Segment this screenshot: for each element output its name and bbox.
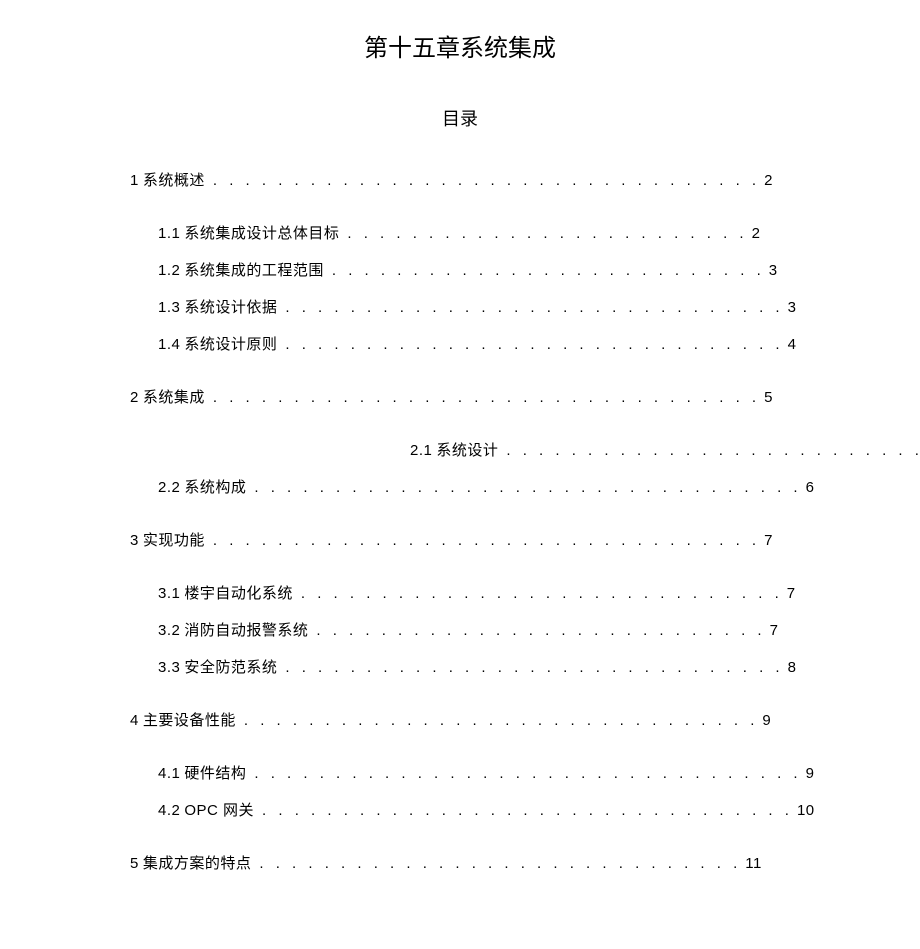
toc-entry-number: 4 bbox=[130, 712, 139, 729]
toc-entry-page: 11 bbox=[745, 855, 762, 872]
toc-entry-number: 4.1 bbox=[158, 765, 180, 782]
toc-entry-label: 主要设备性能 bbox=[143, 712, 236, 729]
toc-entry-number: 1.3 bbox=[158, 299, 180, 316]
toc-entry-label: 集成方案的特点 bbox=[143, 855, 252, 872]
toc-entry-dots: . . . . . . . . . . . . . . . . . . . . … bbox=[213, 389, 760, 406]
toc-entry-page: 9 bbox=[806, 765, 815, 782]
toc-entry: 2.2系统构成 . . . . . . . . . . . . . . . . .… bbox=[158, 480, 860, 495]
toc-entry-page: 8 bbox=[788, 659, 797, 676]
chapter-title: 第十五章系统集成 bbox=[0, 28, 920, 63]
toc-entry: 1.3系统设计依据 . . . . . . . . . . . . . . . .… bbox=[158, 300, 860, 315]
toc-entry-number: 3 bbox=[130, 532, 139, 549]
toc-entry-page: 7 bbox=[770, 622, 779, 639]
toc-entry: 4.1硬件结构 . . . . . . . . . . . . . . . . .… bbox=[158, 766, 860, 781]
toc-entry-page: 5 bbox=[764, 389, 773, 406]
toc-entry: 3.1楼宇自动化系统 . . . . . . . . . . . . . . . … bbox=[158, 586, 860, 601]
toc-entry: 3.2消防自动报警系统 . . . . . . . . . . . . . . .… bbox=[158, 623, 860, 638]
toc-entry-page: 4 bbox=[788, 336, 797, 353]
toc-entry: 1.1系统集成设计总体目标 . . . . . . . . . . . . . .… bbox=[158, 226, 860, 241]
toc-entry-dots: . . . . . . . . . . . . . . . . . . . . … bbox=[301, 585, 783, 602]
toc-entry-number: 1.2 bbox=[158, 262, 180, 279]
toc-entry-dots: . . . . . . . . . . . . . . . . . . . . … bbox=[285, 336, 783, 353]
toc-entry-page: 6 bbox=[806, 479, 815, 496]
toc-entry-number: 2.1 bbox=[410, 442, 432, 459]
toc-entry-dots: . . . . . . . . . . . . . . . . . . . . … bbox=[244, 712, 759, 729]
toc-entry-dots: . . . . . . . . . . . . . . . . . . . . … bbox=[213, 172, 760, 189]
toc-entry-number: 1.1 bbox=[158, 225, 180, 242]
toc-entry-label: 系统设计 bbox=[436, 442, 498, 459]
toc-entry: 4主要设备性能 . . . . . . . . . . . . . . . . .… bbox=[130, 713, 860, 728]
toc-entry-label: 系统集成的工程范围 bbox=[184, 262, 324, 279]
toc-entry: 3实现功能 . . . . . . . . . . . . . . . . . .… bbox=[130, 533, 860, 548]
toc-entry-number: 3.1 bbox=[158, 585, 180, 602]
toc-entry-number: 1 bbox=[130, 172, 139, 189]
toc-entry: 3.3安全防范系统 . . . . . . . . . . . . . . . .… bbox=[158, 660, 860, 675]
toc-entry: 5集成方案的特点 . . . . . . . . . . . . . . . . … bbox=[130, 856, 860, 871]
toc-entry-number: 3.2 bbox=[158, 622, 180, 639]
toc-entry-label: 系统构成 bbox=[184, 479, 246, 496]
toc-entry-page: 10 bbox=[797, 802, 815, 819]
toc-entry-label: 系统集成设计总体目标 bbox=[184, 225, 339, 242]
toc-entry-label: 系统设计依据 bbox=[184, 299, 277, 316]
toc-entry-dots: . . . . . . . . . . . . . . . . . . . . … bbox=[262, 802, 793, 819]
toc-container: 1系统概述 . . . . . . . . . . . . . . . . . .… bbox=[0, 173, 920, 871]
toc-entry-number: 2 bbox=[130, 389, 139, 406]
toc-entry: 1.4系统设计原则 . . . . . . . . . . . . . . . .… bbox=[158, 337, 860, 352]
toc-entry-page: 7 bbox=[764, 532, 773, 549]
toc-entry: 1系统概述 . . . . . . . . . . . . . . . . . .… bbox=[130, 173, 860, 188]
toc-entry-number: 5 bbox=[130, 855, 139, 872]
toc-entry-dots: . . . . . . . . . . . . . . . . . . . . … bbox=[254, 765, 801, 782]
toc-entry-label: 安全防范系统 bbox=[184, 659, 277, 676]
toc-entry-dots: . . . . . . . . . . . . . . . . . . . . … bbox=[254, 479, 801, 496]
toc-entry-dots: . . . . . . . . . . . . . . . . . . . . … bbox=[332, 262, 765, 279]
toc-entry-label: 实现功能 bbox=[143, 532, 205, 549]
toc-entry-page: 9 bbox=[762, 712, 771, 729]
toc-entry: 2系统集成 . . . . . . . . . . . . . . . . . .… bbox=[130, 390, 860, 405]
toc-entry-label: 系统概述 bbox=[143, 172, 205, 189]
toc-entry-number: 2.2 bbox=[158, 479, 180, 496]
toc-entry-dots: . . . . . . . . . . . . . . . . . . . . … bbox=[213, 532, 760, 549]
toc-entry-label: 楼宇自动化系统 bbox=[184, 585, 293, 602]
toc-entry-dots: . . . . . . . . . . . . . . . . . . . . … bbox=[506, 442, 920, 459]
toc-entry-number: 3.3 bbox=[158, 659, 180, 676]
toc-entry-number: 4.2 bbox=[158, 802, 180, 819]
toc-entry-label: 系统集成 bbox=[143, 389, 205, 406]
toc-entry-dots: . . . . . . . . . . . . . . . . . . . . … bbox=[316, 622, 765, 639]
toc-entry-page: 7 bbox=[787, 585, 796, 602]
toc-entry-label: 硬件结构 bbox=[184, 765, 246, 782]
toc-entry-label: 系统设计原则 bbox=[184, 336, 277, 353]
toc-entry-label: 消防自动报警系统 bbox=[184, 622, 308, 639]
toc-entry-number: 1.4 bbox=[158, 336, 180, 353]
toc-entry-page: 3 bbox=[769, 262, 778, 279]
toc-entry: 4.2OPC 网关 . . . . . . . . . . . . . . . .… bbox=[158, 803, 860, 818]
toc-entry-dots: . . . . . . . . . . . . . . . . . . . . … bbox=[285, 659, 783, 676]
toc-entry-label: OPC 网关 bbox=[184, 802, 254, 819]
toc-entry-page: 3 bbox=[788, 299, 797, 316]
toc-entry: 2.1系统设计. . . . . . . . . . . . . . . . .… bbox=[410, 443, 860, 458]
toc-entry-page: 2 bbox=[752, 225, 761, 242]
toc-entry: 1.2系统集成的工程范围 . . . . . . . . . . . . . . … bbox=[158, 263, 860, 278]
toc-entry-page: 2 bbox=[764, 172, 773, 189]
toc-entry-dots: . . . . . . . . . . . . . . . . . . . . … bbox=[259, 855, 741, 872]
toc-entry-dots: . . . . . . . . . . . . . . . . . . . . … bbox=[285, 299, 783, 316]
toc-title: 目录 bbox=[0, 105, 920, 131]
toc-entry-dots: . . . . . . . . . . . . . . . . . . . . … bbox=[347, 225, 747, 242]
